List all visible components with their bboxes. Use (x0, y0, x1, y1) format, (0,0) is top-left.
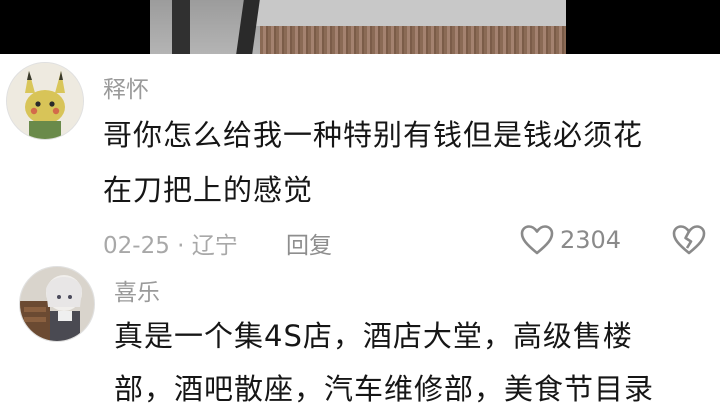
comment-text-line: 在刀把上的感觉 (103, 173, 314, 207)
video-post (172, 0, 190, 54)
anime-character-avatar-icon (20, 267, 94, 341)
comment-text-line: 哥你怎么给我一种特别有钱但是钱必须花 (103, 118, 644, 152)
pikachu-avatar-icon (7, 63, 83, 139)
user-avatar[interactable] (19, 266, 95, 342)
user-avatar[interactable] (6, 62, 84, 140)
video-rug (260, 26, 566, 54)
comment-username[interactable]: 释怀 (103, 70, 149, 104)
comment-text-line: 部，酒吧散座，汽车维修部，美食节目录 (114, 372, 655, 406)
comment-text-line: 真是一个集4S店，酒店大堂，高级售楼 (114, 319, 633, 353)
dislike-broken-heart-icon[interactable] (672, 224, 706, 256)
meta-separator: · (177, 233, 192, 259)
like-count: 2304 (560, 226, 622, 254)
comment-date: 02-25 (103, 233, 170, 259)
comment-location: 辽宁 (191, 233, 238, 259)
like-button[interactable]: 2304 (520, 224, 621, 256)
video-frame (150, 0, 566, 54)
comment-username[interactable]: 喜乐 (114, 273, 160, 307)
video-post (236, 0, 260, 54)
reply-button[interactable]: 回复 (286, 226, 332, 260)
heart-icon (520, 224, 554, 256)
video-floor (256, 0, 566, 26)
video-preview[interactable] (0, 0, 720, 54)
comment-meta: 02-25 · 辽宁 (103, 226, 238, 260)
